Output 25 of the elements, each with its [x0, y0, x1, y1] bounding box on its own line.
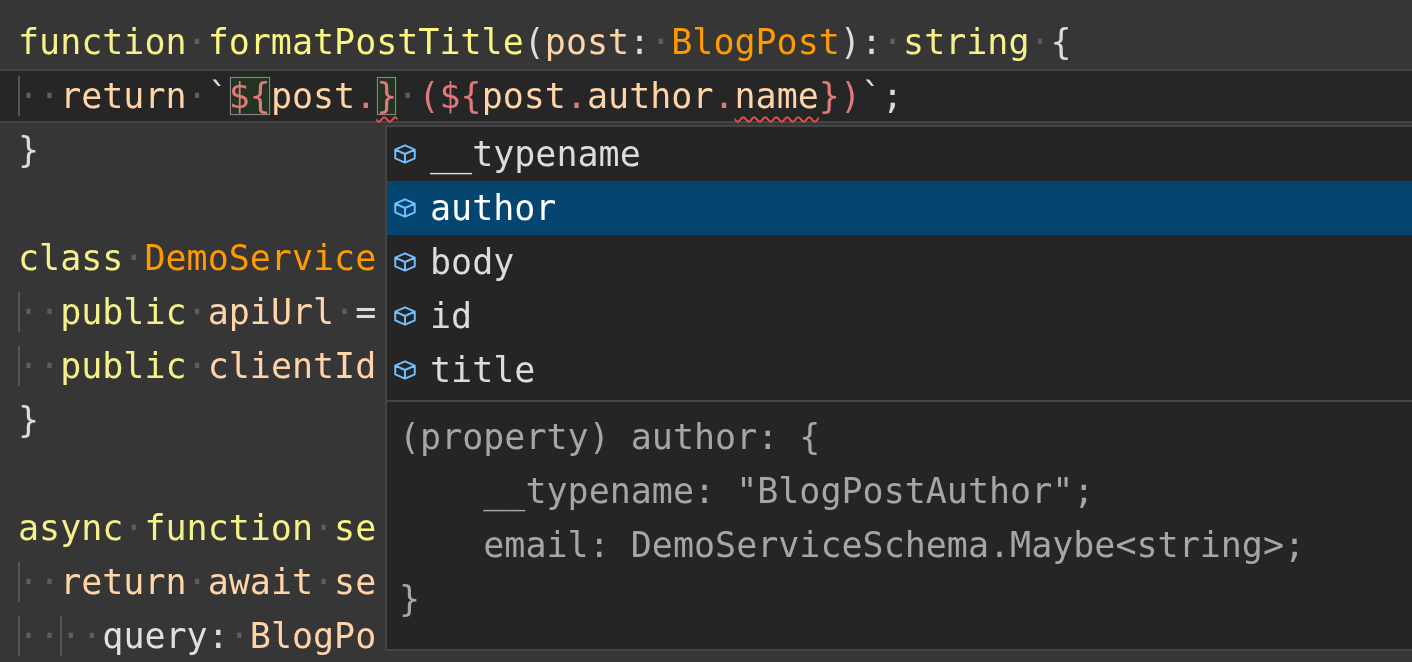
cube-icon [392, 303, 418, 329]
cube-icon [392, 357, 418, 383]
type-detail-line: } [399, 578, 421, 621]
code-line: } [18, 399, 40, 442]
code-line: ··return·await·se [18, 561, 377, 604]
code-line: } [18, 129, 40, 172]
code-line: ··public·apiUrl·= [18, 291, 377, 334]
code-line: ··public·clientId [18, 345, 377, 388]
code-line: async·function·se [18, 507, 377, 550]
suggestion-item[interactable]: id [387, 289, 1412, 343]
type-detail-line: email: DemoServiceSchema.Maybe<string>; [482, 524, 1306, 567]
code-line: function·formatPostTitle(post:·BlogPost):·string·{ [18, 21, 1072, 64]
type-detail-line: __typename: "BlogPostAuthor"; [482, 470, 1095, 514]
type-detail-line: (property) author: { [399, 416, 821, 459]
cube-icon [392, 195, 418, 221]
code-editor[interactable] [0, 0, 1412, 662]
cube-icon [392, 249, 418, 275]
cube-icon [392, 141, 418, 167]
code-line: class·DemoService [18, 237, 377, 280]
suggestion-item[interactable]: __typename [387, 127, 1412, 181]
code-line: ··return·`${post.}·(${post.author.name})`; [18, 75, 904, 118]
suggestion-item[interactable]: author [387, 181, 1412, 235]
suggestion-item[interactable]: title [387, 343, 1412, 397]
code-line: ····query:·BlogPo [18, 615, 377, 658]
suggestion-item[interactable]: body [387, 235, 1412, 289]
